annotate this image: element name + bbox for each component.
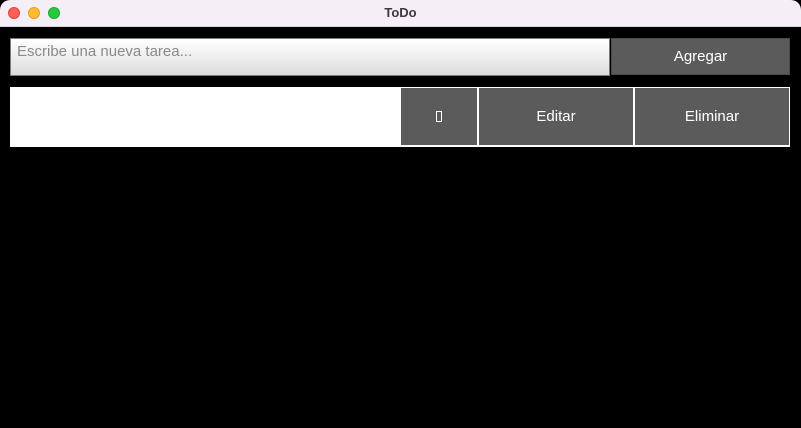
edit-task-button[interactable]: Editar <box>478 87 634 146</box>
main-content: Agregar Editar Eliminar <box>0 27 801 428</box>
new-task-input[interactable] <box>10 38 610 76</box>
task-row: Editar Eliminar <box>10 87 790 147</box>
window-title: ToDo <box>384 5 417 20</box>
app-window: ToDo Agregar Editar Eliminar <box>0 0 801 428</box>
complete-task-button[interactable] <box>400 87 478 146</box>
missing-glyph-icon <box>436 111 442 122</box>
add-task-button[interactable]: Agregar <box>611 38 790 75</box>
delete-task-button[interactable]: Eliminar <box>634 87 790 146</box>
task-text <box>10 87 400 147</box>
title-bar: ToDo <box>0 0 801 27</box>
